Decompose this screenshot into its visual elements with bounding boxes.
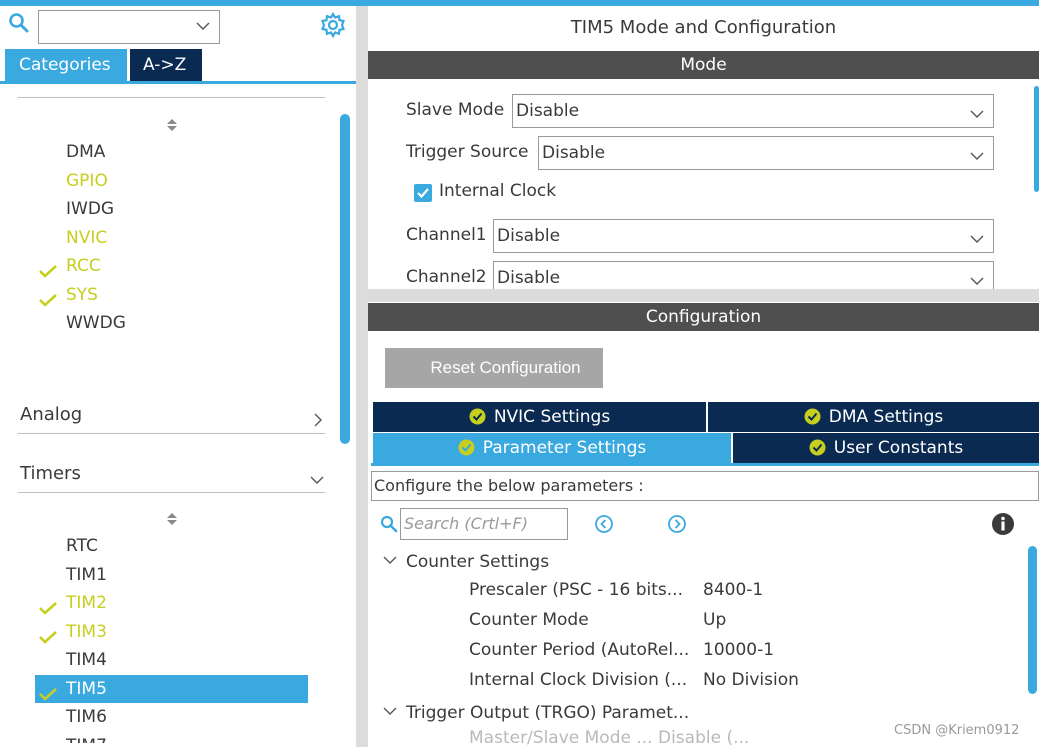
watermark: CSDN @Kriem0912 (894, 723, 1020, 738)
tab-label: Parameter Settings (482, 438, 647, 458)
parameter-value[interactable]: Up (703, 605, 726, 635)
chevron-down-icon (969, 269, 985, 289)
channel1-label: Channel1 (406, 225, 487, 245)
list-item-label: TIM2 (66, 593, 107, 613)
list-item-tim7[interactable]: TIM7 (35, 732, 308, 744)
parameter-search-input[interactable]: Search (Crtl+F) (400, 508, 568, 540)
mode-scrollbar[interactable] (1034, 86, 1039, 192)
parameter-scrollbar[interactable] (1028, 546, 1037, 694)
list-item-rtc[interactable]: RTC (35, 532, 308, 560)
info-icon[interactable] (991, 512, 1015, 536)
group-counter-settings[interactable]: Counter Settings (382, 546, 549, 574)
channel2-label: Channel2 (406, 267, 487, 287)
list-item-label: RTC (66, 536, 98, 556)
parameter-row[interactable]: Prescaler (PSC - 16 bits... 8400-1 (469, 575, 1029, 605)
parameter-value[interactable]: No Division (703, 665, 799, 695)
channel1-select[interactable]: Disable (493, 219, 994, 253)
configuration-section-header: Configuration (368, 303, 1039, 331)
chevron-down-icon (969, 227, 985, 259)
checkmark-icon (38, 682, 58, 701)
channel1-row: Channel1 Disable (406, 219, 994, 253)
group-label: Trigger Output (TRGO) Paramet... (406, 703, 690, 723)
check-circle-icon (458, 436, 475, 456)
channel2-value: Disable (497, 268, 561, 288)
section-splitter[interactable] (368, 289, 1039, 302)
checkmark-icon (38, 625, 58, 644)
slave-mode-select[interactable]: Disable (512, 94, 994, 128)
tab-label: DMA Settings (828, 407, 944, 427)
list-item-label: TIM5 (66, 678, 107, 699)
timer-list: RTC TIM1 TIM2 TIM3 TIM4 TIM5 TIM6 TIM7 (0, 0, 340, 743)
parameter-name: Internal Clock Division (... (469, 670, 688, 690)
list-item-tim4[interactable]: TIM4 (35, 646, 308, 674)
tab-dma-settings[interactable]: DMA Settings (708, 402, 1039, 432)
tab-parameter-settings[interactable]: Parameter Settings (373, 433, 731, 463)
group-trigger-output[interactable]: Trigger Output (TRGO) Paramet... (382, 697, 689, 725)
check-circle-icon (804, 405, 821, 425)
parameter-name: Counter Mode (469, 610, 589, 630)
checkmark-icon (38, 596, 58, 615)
list-item-label: TIM3 (66, 621, 107, 642)
list-item-tim2[interactable]: TIM2 (35, 589, 308, 617)
partial-parameter-row: Master/Slave Mode ... Disable (... (469, 728, 750, 747)
check-circle-icon (809, 436, 826, 456)
chevron-down-icon (969, 144, 985, 176)
parameter-row[interactable]: Internal Clock Division (... No Division (469, 665, 1029, 695)
chevron-down-icon (382, 697, 398, 715)
trigger-source-row: Trigger Source Disable (406, 136, 994, 170)
list-item-tim1[interactable]: TIM1 (35, 561, 308, 589)
list-item-label: TIM1 (66, 564, 107, 585)
category-scrollbar[interactable] (340, 114, 350, 444)
tab-underline (371, 463, 1039, 466)
parameter-value[interactable]: 10000-1 (703, 635, 774, 665)
parameters-description: Configure the below parameters : (371, 471, 1039, 501)
group-label: Counter Settings (406, 552, 550, 572)
chevron-down-icon (382, 546, 398, 564)
mode-section-header: Mode (368, 51, 1039, 79)
parameter-row[interactable]: Counter Mode Up (469, 605, 1029, 635)
next-match-icon[interactable] (667, 514, 687, 534)
list-item-label: TIM6 (66, 707, 107, 727)
tab-user-constants[interactable]: User Constants (733, 433, 1039, 463)
tab-label: User Constants (833, 438, 964, 458)
slave-mode-value: Disable (516, 101, 580, 121)
page-title: TIM5 Mode and Configuration (570, 17, 837, 38)
parameter-value[interactable]: 8400-1 (703, 575, 763, 605)
tab-nvic-settings[interactable]: NVIC Settings (373, 402, 706, 432)
list-item-tim6[interactable]: TIM6 (35, 703, 308, 731)
list-item-label: TIM7 (66, 736, 107, 744)
check-circle-icon (469, 405, 486, 425)
reset-configuration-button[interactable]: Reset Configuration (385, 348, 603, 388)
internal-clock-label: Internal Clock (439, 181, 557, 201)
tab-label: NVIC Settings (493, 407, 611, 427)
search-icon (380, 515, 398, 533)
internal-clock-checkbox[interactable] (414, 184, 432, 202)
trigger-source-value: Disable (542, 143, 606, 163)
list-item-tim3[interactable]: TIM3 (35, 618, 308, 646)
channel1-value: Disable (497, 226, 561, 246)
trigger-source-label: Trigger Source (406, 142, 529, 162)
parameter-name: Counter Period (AutoRel... (469, 640, 690, 660)
channel2-row: Channel2 Disable (406, 261, 994, 289)
previous-match-icon[interactable] (594, 514, 614, 534)
list-item-label: TIM4 (66, 650, 107, 670)
slave-mode-label: Slave Mode (406, 100, 505, 120)
chevron-down-icon (969, 102, 985, 134)
trigger-source-select[interactable]: Disable (538, 136, 994, 170)
panel-splitter[interactable] (356, 6, 368, 747)
slave-mode-row: Slave Mode Disable (406, 94, 994, 128)
channel2-select[interactable]: Disable (493, 261, 994, 289)
parameter-name: Prescaler (PSC - 16 bits... (469, 580, 683, 600)
parameter-row[interactable]: Counter Period (AutoRel... 10000-1 (469, 635, 1029, 665)
list-item-tim5[interactable]: TIM5 (35, 674, 308, 703)
